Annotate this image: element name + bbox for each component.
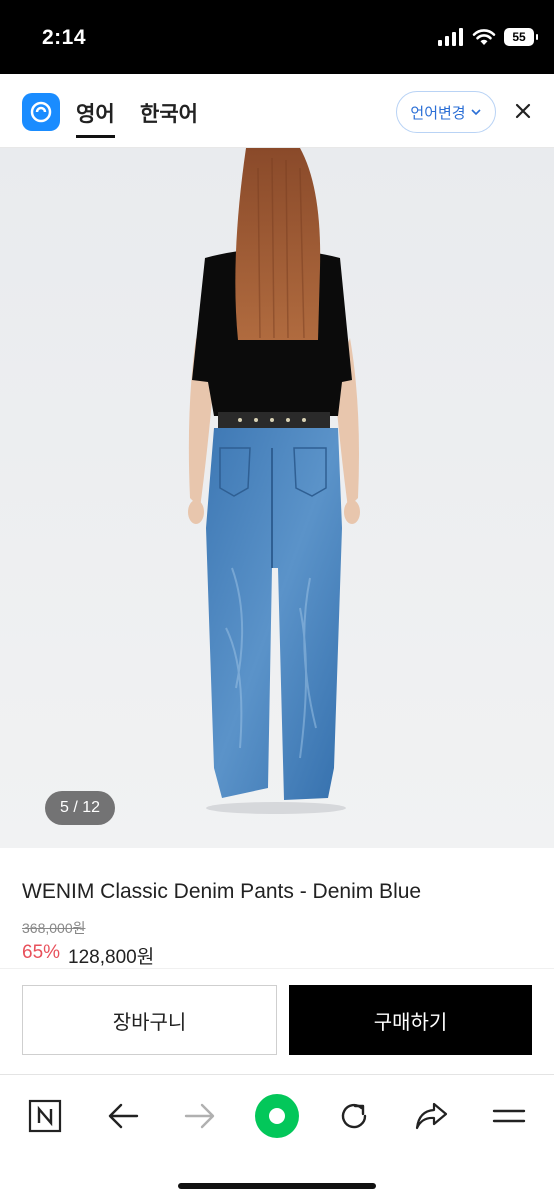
product-image[interactable]: 5 / 12 xyxy=(0,148,554,848)
model-photo xyxy=(0,148,554,848)
status-time: 2:14 xyxy=(42,26,87,49)
browser-toolbar xyxy=(0,1074,554,1200)
tab-target-language[interactable]: 한국어 xyxy=(140,98,198,128)
refresh-icon[interactable] xyxy=(331,1093,377,1139)
status-bar: 2:14 55 xyxy=(0,0,554,74)
price-row: 65% 128,800원 xyxy=(22,942,154,969)
tab-source-language[interactable]: 영어 xyxy=(76,98,115,138)
product-name: WENIM Classic Denim Pants - Denim Blue xyxy=(22,880,422,903)
green-dot-icon[interactable] xyxy=(254,1093,300,1139)
action-bar: 장바구니 구매하기 xyxy=(0,968,554,1074)
papago-logo-icon[interactable] xyxy=(22,93,60,131)
discount-rate: 65% xyxy=(22,942,61,963)
back-arrow-icon[interactable] xyxy=(100,1093,146,1139)
share-icon[interactable] xyxy=(408,1093,454,1139)
image-page-counter: 5 / 12 xyxy=(45,791,115,825)
change-language-button[interactable]: 언어변경 xyxy=(396,91,496,133)
status-icons: 55 xyxy=(438,28,538,46)
add-to-cart-button[interactable]: 장바구니 xyxy=(22,985,277,1055)
wifi-icon xyxy=(472,29,496,45)
home-indicator[interactable] xyxy=(178,1183,376,1189)
original-price: 368,000원 xyxy=(22,920,86,936)
buy-now-button[interactable]: 구매하기 xyxy=(289,985,532,1055)
menu-icon[interactable] xyxy=(486,1093,532,1139)
battery-icon: 55 xyxy=(504,28,538,46)
change-language-label: 언어변경 xyxy=(410,104,466,122)
close-icon[interactable] xyxy=(510,98,536,124)
naver-n-icon[interactable] xyxy=(22,1093,68,1139)
translate-bar: 영어 한국어 언어변경 xyxy=(0,74,554,148)
signal-icon xyxy=(438,28,463,46)
chevron-down-icon xyxy=(471,109,481,116)
sale-price: 128,800원 xyxy=(68,947,155,968)
forward-arrow-icon[interactable] xyxy=(177,1093,223,1139)
